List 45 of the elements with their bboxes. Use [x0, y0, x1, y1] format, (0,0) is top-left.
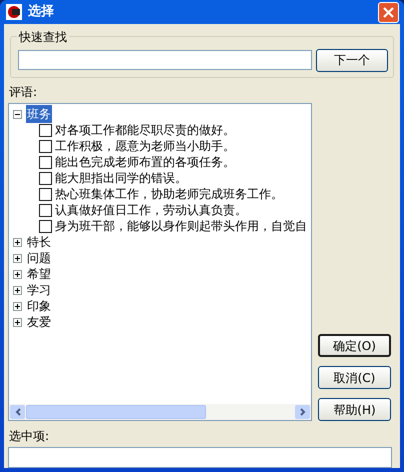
close-icon — [383, 6, 394, 18]
checkbox[interactable] — [39, 220, 52, 232]
tree-item[interactable]: 特长 — [26, 233, 52, 251]
app-icon — [5, 3, 23, 21]
expand-icon[interactable] — [13, 270, 22, 278]
tree-item[interactable]: 班务 — [26, 105, 52, 123]
checkbox[interactable] — [39, 156, 52, 168]
scroll-right-button[interactable] — [295, 405, 310, 419]
dialog-button[interactable]: 确定(O) — [318, 334, 391, 357]
search-field[interactable] — [18, 50, 312, 70]
checkbox[interactable] — [39, 140, 52, 152]
tree-item[interactable]: 友爱 — [26, 313, 52, 331]
scroll-thumb[interactable] — [26, 405, 206, 419]
close-button[interactable] — [378, 2, 399, 22]
expand-icon[interactable] — [13, 254, 22, 262]
selected-field[interactable] — [8, 447, 392, 468]
comment-item[interactable]: 热心班集体工作，协助老师完成班务工作。 — [55, 185, 283, 203]
comment-item[interactable]: 认真做好值日工作，劳动认真负责。 — [55, 201, 247, 219]
checkbox[interactable] — [39, 172, 52, 184]
comment-item[interactable]: 工作积极，愿意为老师当小助手。 — [55, 137, 235, 155]
expand-icon[interactable] — [13, 286, 22, 294]
expand-icon[interactable] — [13, 302, 22, 310]
selected-label: 选中项: — [9, 428, 50, 445]
expand-icon[interactable] — [13, 318, 22, 326]
collapse-icon[interactable] — [13, 110, 22, 118]
tree-item[interactable]: 学习 — [26, 281, 52, 299]
comments-label: 评语: — [9, 84, 38, 101]
checkbox[interactable] — [39, 204, 52, 216]
tree-item[interactable]: 问题 — [26, 249, 52, 267]
dialog-button[interactable]: 帮助(H) — [318, 398, 391, 421]
comment-item[interactable]: 能出色完成老师布置的各项任务。 — [55, 153, 235, 171]
group-label: 快速查找 — [17, 28, 69, 46]
tree-item[interactable]: 印象 — [26, 297, 52, 315]
tree-item[interactable]: 希望 — [26, 265, 52, 283]
comment-item[interactable]: 身为班干部，能够以身作则起带头作用，自觉自 — [55, 217, 307, 235]
comment-item[interactable]: 对各项工作都能尽职尽责的做好。 — [55, 121, 235, 139]
horizontal-scrollbar[interactable] — [9, 404, 311, 420]
checkbox[interactable] — [39, 124, 52, 136]
checkbox[interactable] — [39, 188, 52, 200]
window-title: 选择 — [28, 3, 55, 22]
comment-item[interactable]: 能大胆指出同学的错误。 — [55, 169, 187, 187]
expand-icon[interactable] — [13, 238, 22, 246]
scroll-left-button[interactable] — [10, 405, 25, 419]
dialog-button[interactable]: 取消(C) — [318, 366, 391, 389]
next-button[interactable]: 下一个 — [316, 48, 388, 72]
